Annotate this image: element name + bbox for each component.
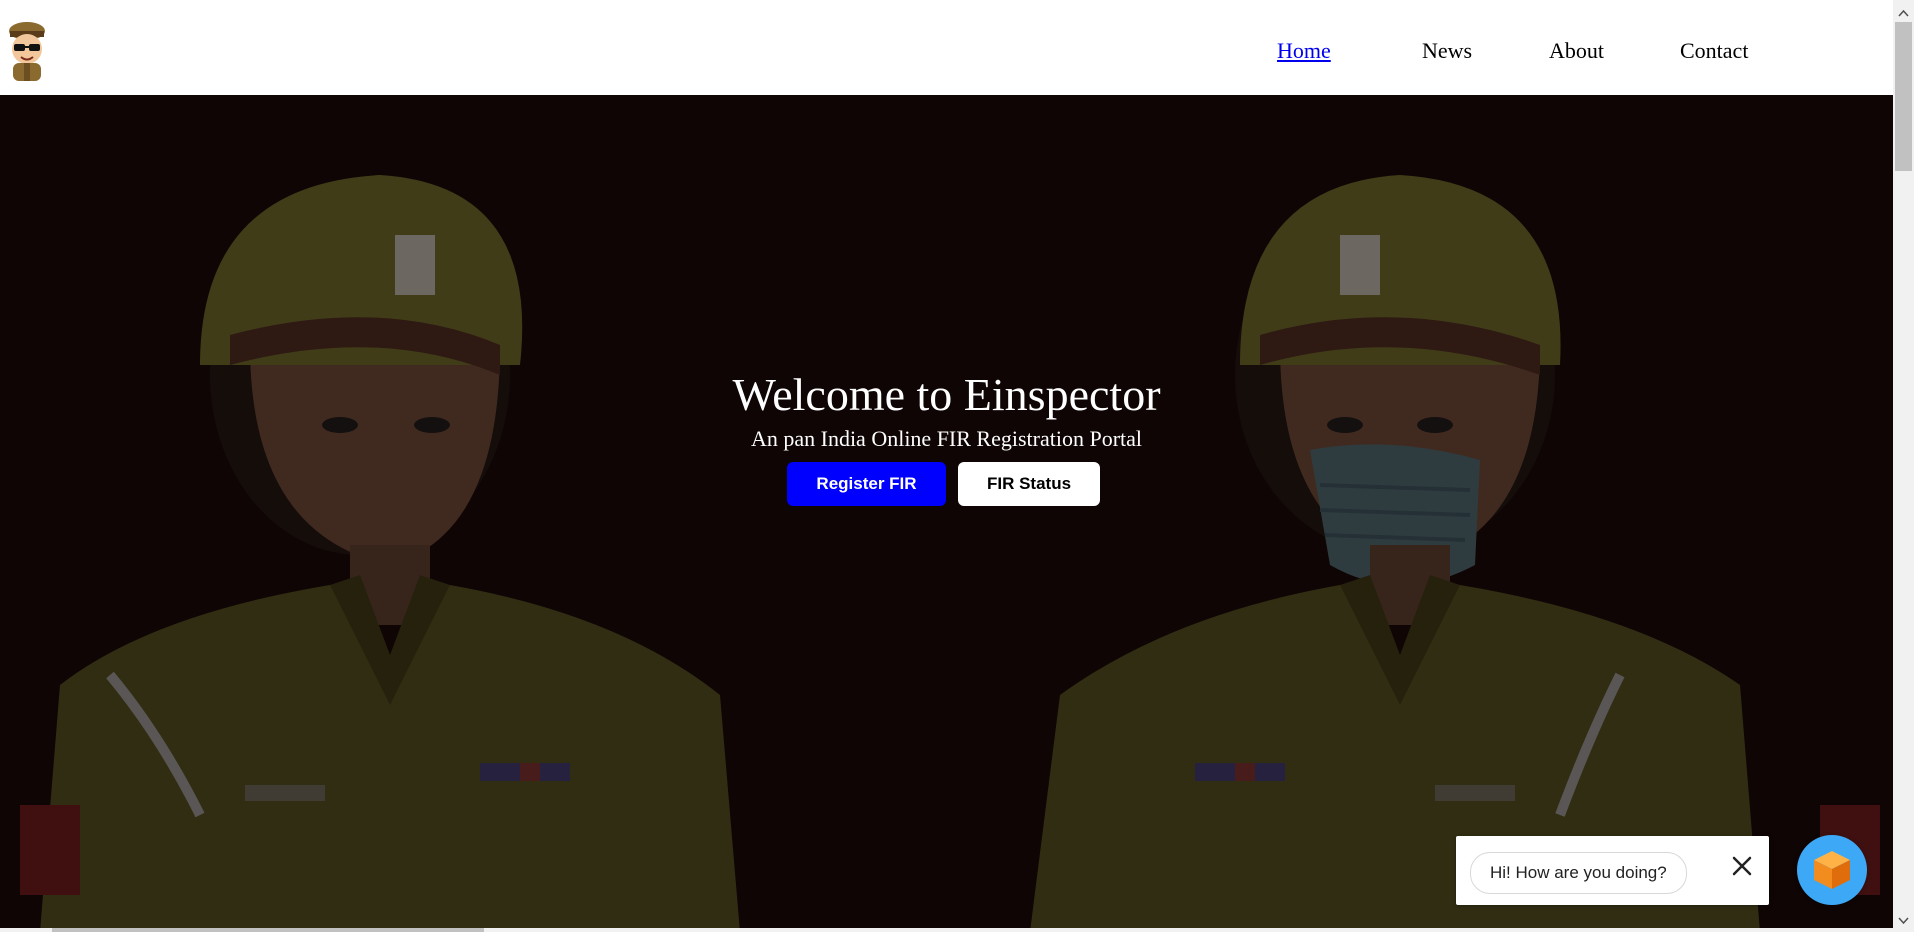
register-fir-button[interactable]: Register FIR xyxy=(787,462,946,506)
chat-launcher-button[interactable] xyxy=(1797,835,1867,905)
nav-link-home[interactable]: Home xyxy=(1277,38,1331,64)
horizontal-scrollbar[interactable] xyxy=(0,928,1893,932)
scroll-up-arrow-icon[interactable] xyxy=(1893,5,1914,22)
police-officers-background-image xyxy=(0,95,1893,932)
inspector-mascot-logo-icon[interactable] xyxy=(4,17,50,83)
scroll-down-arrow-icon[interactable] xyxy=(1893,912,1914,929)
hero-section: Welcome to Einspector An pan India Onlin… xyxy=(0,95,1893,932)
hero-subtitle: An pan India Online FIR Registration Por… xyxy=(750,426,1143,451)
orange-cube-icon xyxy=(1814,851,1850,889)
hero-title: Welcome to Einspector xyxy=(732,369,1161,420)
close-icon[interactable] xyxy=(1728,852,1756,880)
vertical-scrollbar[interactable] xyxy=(1893,0,1914,932)
page-viewport: Home News About Contact Welcome to Einsp… xyxy=(0,0,1893,932)
horizontal-scrollbar-thumb[interactable] xyxy=(52,928,484,932)
chat-greeting-message[interactable]: Hi! How are you doing? xyxy=(1470,852,1687,894)
chat-greeting-popup: Hi! How are you doing? xyxy=(1456,836,1769,905)
nav-link-contact[interactable]: Contact xyxy=(1680,38,1748,64)
fir-status-button[interactable]: FIR Status xyxy=(958,462,1100,506)
nav-link-news[interactable]: News xyxy=(1422,38,1472,64)
nav-link-about[interactable]: About xyxy=(1549,38,1604,64)
navbar: Home News About Contact xyxy=(0,5,1893,95)
vertical-scrollbar-thumb[interactable] xyxy=(1895,22,1912,171)
